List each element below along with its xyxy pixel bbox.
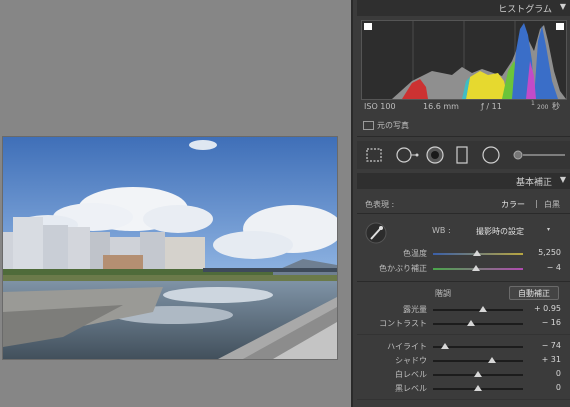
photo-canvas: [0, 0, 351, 407]
histogram-chart: [364, 21, 566, 99]
photo-preview[interactable]: [2, 136, 338, 360]
original-photo-checkbox[interactable]: [363, 121, 374, 130]
temp-value[interactable]: 5,250: [531, 248, 561, 257]
treatment-label: 色表現 :: [365, 200, 395, 209]
exposure-slider-track[interactable]: [433, 309, 523, 311]
tool-strip: [357, 141, 570, 169]
whites-value[interactable]: 0: [531, 369, 561, 378]
shutter-denominator: 200: [537, 104, 549, 111]
histogram-graph[interactable]: [361, 20, 567, 100]
whites-slider-thumb[interactable]: [474, 371, 482, 377]
highlights-label: ハイライト: [387, 342, 427, 351]
exposure-slider-thumb[interactable]: [479, 306, 488, 312]
auto-tone-label: 自動補正: [518, 289, 550, 298]
contrast-slider-thumb[interactable]: [466, 320, 475, 326]
collapse-triangle-icon[interactable]: ▼: [560, 2, 566, 11]
divider: [357, 213, 570, 214]
wb-label: WB :: [432, 226, 451, 235]
treatment-separator: |: [535, 199, 538, 208]
basic-header[interactable]: 基本補正 ▼: [357, 173, 570, 189]
shadows-label: シャドウ: [395, 356, 427, 365]
contrast-slider-track[interactable]: [433, 323, 523, 325]
graduated-filter-icon[interactable]: [455, 146, 469, 164]
blacks-slider-thumb[interactable]: [474, 385, 482, 391]
tone-label: 階調: [435, 289, 451, 298]
blacks-label: 黒レベル: [395, 384, 427, 393]
exposure-value[interactable]: + 0.95: [531, 304, 561, 313]
highlights-slider-thumb[interactable]: [440, 343, 449, 349]
shadows-slider-thumb[interactable]: [487, 357, 496, 363]
focal-length-readout: 16.6 mm: [423, 102, 459, 111]
radial-filter-icon[interactable]: [481, 145, 501, 165]
spot-removal-icon[interactable]: [395, 146, 419, 164]
iso-readout: ISO 100: [364, 102, 396, 111]
contrast-label: コントラスト: [379, 319, 427, 328]
tint-slider-thumb[interactable]: [472, 265, 481, 271]
shutter-unit: 秒: [552, 102, 560, 111]
divider: [357, 281, 570, 282]
treatment-bw-option[interactable]: 白黒: [544, 199, 560, 210]
basic-title: 基本補正: [515, 178, 552, 188]
eyedropper-icon[interactable]: [365, 222, 387, 244]
blacks-value[interactable]: 0: [531, 383, 561, 392]
temp-label: 色温度: [403, 249, 427, 258]
exposure-label: 露光量: [403, 305, 427, 314]
crop-tool-icon[interactable]: [365, 147, 383, 163]
original-photo-label: 元の写真: [377, 121, 409, 130]
whites-label: 白レベル: [395, 370, 427, 379]
auto-tone-button[interactable]: 自動補正: [509, 286, 559, 300]
highlights-value[interactable]: − 74: [531, 341, 561, 350]
tint-value[interactable]: − 4: [531, 263, 561, 272]
wb-preset-value[interactable]: 撮影時の設定: [476, 226, 524, 237]
aperture-readout: ƒ / 11: [481, 102, 502, 111]
shutter-numerator: 1: [531, 100, 535, 107]
river-photo: [3, 137, 337, 359]
adjustment-brush-icon[interactable]: [513, 149, 567, 161]
collapse-triangle-icon[interactable]: ▼: [560, 175, 566, 184]
tint-label: 色かぶり補正: [379, 264, 427, 273]
temp-slider-thumb[interactable]: [473, 250, 482, 256]
contrast-value[interactable]: − 16: [531, 318, 561, 327]
divider: [357, 136, 570, 137]
red-eye-icon[interactable]: [425, 145, 445, 165]
histogram-header[interactable]: ヒストグラム ▼: [357, 0, 570, 16]
divider: [357, 334, 570, 335]
shadows-value[interactable]: + 31: [531, 355, 561, 364]
right-panel: ヒストグラム ▼ ISO 100 16.6 mm ƒ / 11 1 200 秒: [351, 0, 570, 407]
histogram-title: ヒストグラム: [498, 5, 552, 15]
treatment-color-option[interactable]: カラー: [501, 199, 525, 210]
shadows-slider-track[interactable]: [433, 360, 523, 362]
dropdown-arrow-icon[interactable]: ▾: [547, 226, 550, 233]
divider: [357, 399, 570, 400]
